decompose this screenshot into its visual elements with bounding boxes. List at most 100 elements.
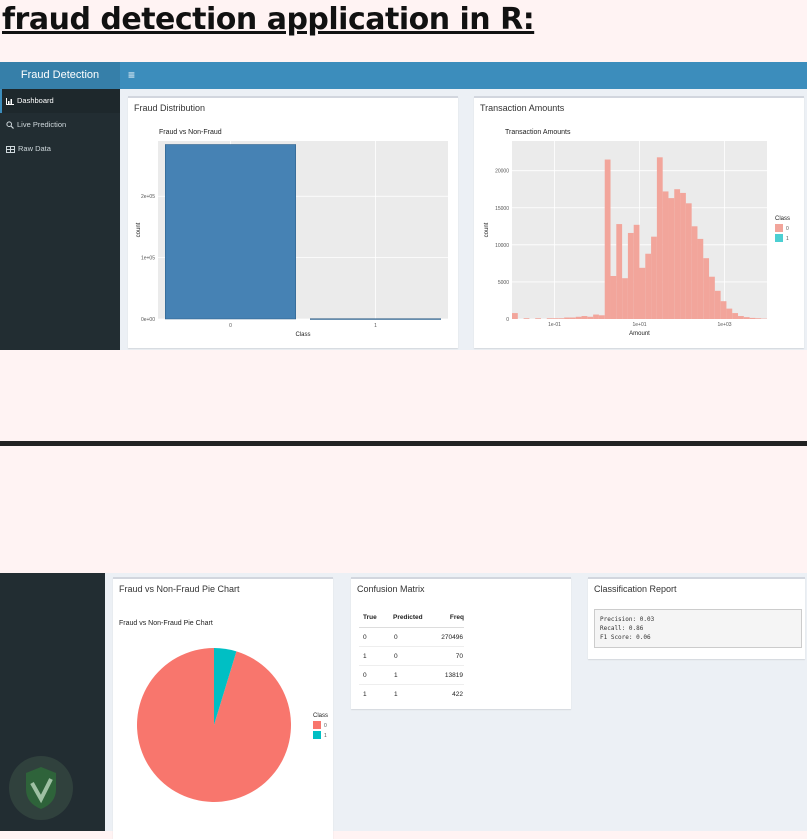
histogram-bar <box>732 313 738 319</box>
sidebar-item-label: Dashboard <box>17 89 54 113</box>
histogram-bar <box>605 160 611 319</box>
table-row: 1 1 422 <box>359 685 464 704</box>
bar <box>310 319 441 320</box>
sidebar-item-live-prediction[interactable]: Live Prediction <box>0 113 120 137</box>
table-header-row: True Predicted Freq <box>359 611 464 628</box>
table-cell: 0 <box>359 666 393 685</box>
histogram-bar <box>663 191 669 319</box>
plot-title: Fraud vs Non-Fraud Pie Chart <box>119 620 213 627</box>
sidebar-item-label: Live Prediction <box>17 113 66 137</box>
histogram-bar <box>570 318 576 319</box>
table-cell: 13819 <box>433 666 464 685</box>
histogram-bar <box>692 226 698 319</box>
histogram-bar <box>558 318 564 319</box>
y-tick-label: 0e+00 <box>141 317 155 323</box>
x-tick-label: 1 <box>374 323 377 329</box>
y-tick-label: 5000 <box>498 280 509 286</box>
x-tick-label: 1e+03 <box>717 322 731 328</box>
histogram-bar <box>645 254 651 319</box>
top-navbar: ≡ <box>120 62 807 89</box>
y-tick-label: 1e+05 <box>141 256 155 262</box>
histogram-bar <box>553 318 559 319</box>
box-title: Confusion Matrix <box>357 584 425 594</box>
report-output: Precision: 0.03 Recall: 0.86 F1 Score: 0… <box>594 609 802 648</box>
histogram-bar <box>744 317 750 319</box>
y-axis-label: count <box>136 222 142 237</box>
table-cell: 422 <box>433 685 464 704</box>
classification-report-box: Classification Report Precision: 0.03 Re… <box>588 577 805 659</box>
sidebar <box>0 573 105 831</box>
histogram-bar <box>622 278 628 319</box>
histogram-bar <box>582 316 588 319</box>
legend-swatch <box>313 721 321 729</box>
histogram-bar <box>668 198 674 319</box>
y-tick-label: 2e+05 <box>141 194 155 200</box>
y-tick-label: 20000 <box>495 169 509 175</box>
histogram-bar <box>703 258 709 319</box>
app-brand[interactable]: Fraud Detection <box>0 62 120 89</box>
legend-swatch <box>313 731 321 739</box>
table-cell: 70 <box>433 647 464 666</box>
dashboard-app: Fraud Detection ≡ Dashboard Live Predict… <box>0 62 807 350</box>
histogram-bar <box>640 268 646 319</box>
sidebar-item-label: Raw Data <box>18 137 51 161</box>
section-divider <box>0 441 807 446</box>
histogram-bar <box>611 276 617 319</box>
histogram-bar <box>709 277 715 319</box>
column-header: Predicted <box>393 611 433 628</box>
x-tick-label: 1e-01 <box>548 322 561 328</box>
y-tick-label: 10000 <box>495 243 509 249</box>
fraud-bar-chart: 0e+00 1e+05 2e+05 0 1 Class count <box>128 136 458 346</box>
histogram-bar <box>674 189 680 319</box>
histogram-bar <box>547 318 553 319</box>
table-row: 0 1 13819 <box>359 666 464 685</box>
fraud-pie-chart: Class01 <box>113 634 333 804</box>
sidebar-item-dashboard[interactable]: Dashboard <box>0 89 120 113</box>
page-title: fraud detection application in R: <box>2 2 534 37</box>
precision-line: Precision: 0.03 <box>600 615 796 624</box>
legend-label: 0 <box>324 723 327 729</box>
x-axis-label: Amount <box>629 331 650 337</box>
watermark-logo <box>6 753 76 823</box>
column-header: True <box>359 611 393 628</box>
plot-title: Transaction Amounts <box>505 129 571 136</box>
histogram-bar <box>750 318 756 319</box>
histogram-bar <box>564 318 570 319</box>
histogram-bar <box>616 224 622 319</box>
table-cell: 1 <box>359 647 393 666</box>
histogram-bar <box>755 318 761 319</box>
y-tick-label: 0 <box>506 317 509 323</box>
plot-title: Fraud vs Non-Fraud <box>159 129 222 136</box>
sidebar-item-raw-data[interactable]: Raw Data <box>0 137 120 161</box>
menu-toggle-icon[interactable]: ≡ <box>128 62 135 89</box>
y-tick-label: 15000 <box>495 206 509 212</box>
legend-label: 1 <box>786 236 789 242</box>
histogram-bar <box>721 301 727 319</box>
table-icon <box>6 146 15 153</box>
histogram-bar <box>715 291 721 319</box>
table-cell: 270496 <box>433 628 464 647</box>
legend-label: 0 <box>786 226 789 232</box>
confusion-matrix-box: Confusion Matrix True Predicted Freq 0 0… <box>351 577 571 709</box>
dashboard-app-lower: Fraud vs Non-Fraud Pie Chart Fraud vs No… <box>0 573 807 831</box>
histogram-bar <box>593 315 599 319</box>
table-row: 1 0 70 <box>359 647 464 666</box>
histogram-bar <box>686 203 692 319</box>
histogram-bar <box>628 233 634 319</box>
transaction-amounts-box: Transaction Amounts Transaction Amounts … <box>474 96 804 348</box>
sidebar: Dashboard Live Prediction Raw Data <box>0 89 120 350</box>
histogram-bar <box>535 318 541 319</box>
search-icon <box>6 121 14 129</box>
x-axis-label: Class <box>295 332 310 338</box>
y-axis-label: count <box>484 222 490 237</box>
x-tick-label: 0 <box>229 323 232 329</box>
legend-swatch <box>775 234 783 242</box>
histogram-bar <box>680 193 686 319</box>
histogram-bar <box>738 316 744 319</box>
table-row: 0 0 270496 <box>359 628 464 647</box>
legend-title: Class <box>313 713 328 719</box>
legend-swatch <box>775 224 783 232</box>
histogram-bar <box>697 239 703 319</box>
recall-line: Recall: 0.86 <box>600 624 796 633</box>
column-header: Freq <box>433 611 464 628</box>
